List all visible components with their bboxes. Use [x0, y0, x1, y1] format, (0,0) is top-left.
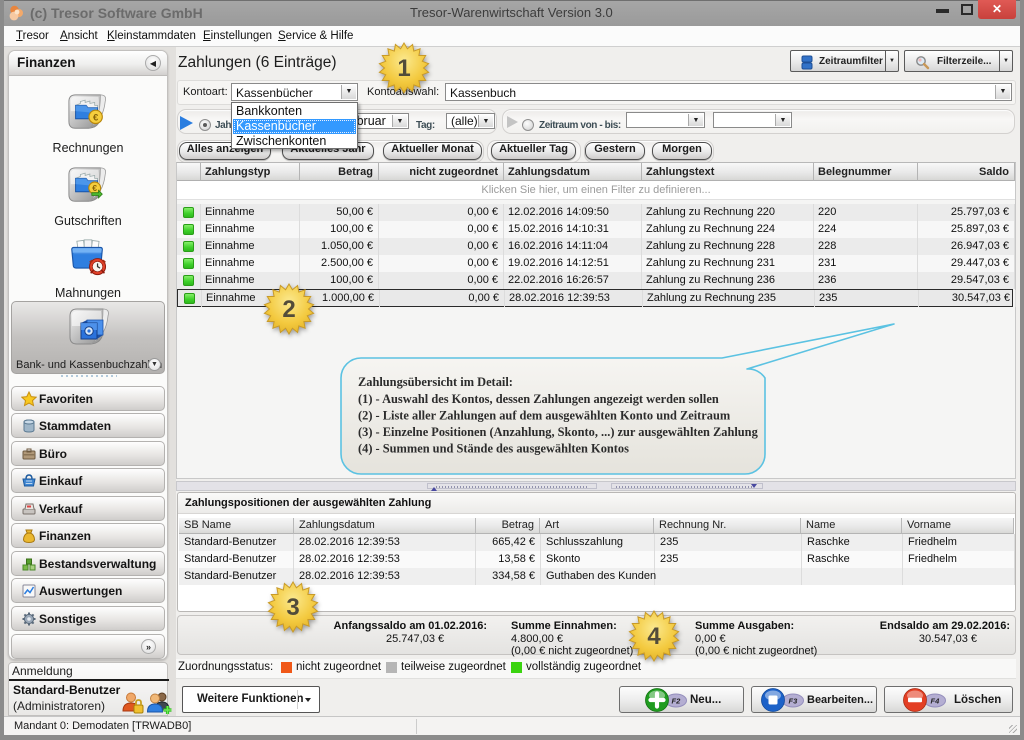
svg-text:F4: F4 — [931, 697, 941, 706]
svg-text:4: 4 — [647, 623, 661, 650]
svg-text:3: 3 — [286, 594, 299, 621]
svg-text:€: € — [93, 113, 99, 124]
svg-text:1: 1 — [397, 55, 410, 82]
svg-text:€: € — [92, 183, 97, 193]
svg-text:2: 2 — [282, 296, 295, 323]
svg-text:Zahlungsübersicht im Detail:: Zahlungsübersicht im Detail: — [358, 375, 513, 389]
svg-text:(1) - Auswahl des Kontos, dess: (1) - Auswahl des Kontos, dessen Zahlung… — [358, 392, 719, 406]
svg-text:(4) - Summen und Stände des au: (4) - Summen und Stände des ausgewählten… — [358, 442, 629, 456]
svg-text:F3: F3 — [789, 697, 799, 706]
svg-text:(2) - Liste aller Zahlungen au: (2) - Liste aller Zahlungen auf dem ausg… — [358, 409, 731, 423]
svg-text:(3) - Einzelne Positionen (Anz: (3) - Einzelne Positionen (Anzahlung, Sk… — [358, 425, 759, 439]
svg-text:F2: F2 — [672, 697, 682, 706]
